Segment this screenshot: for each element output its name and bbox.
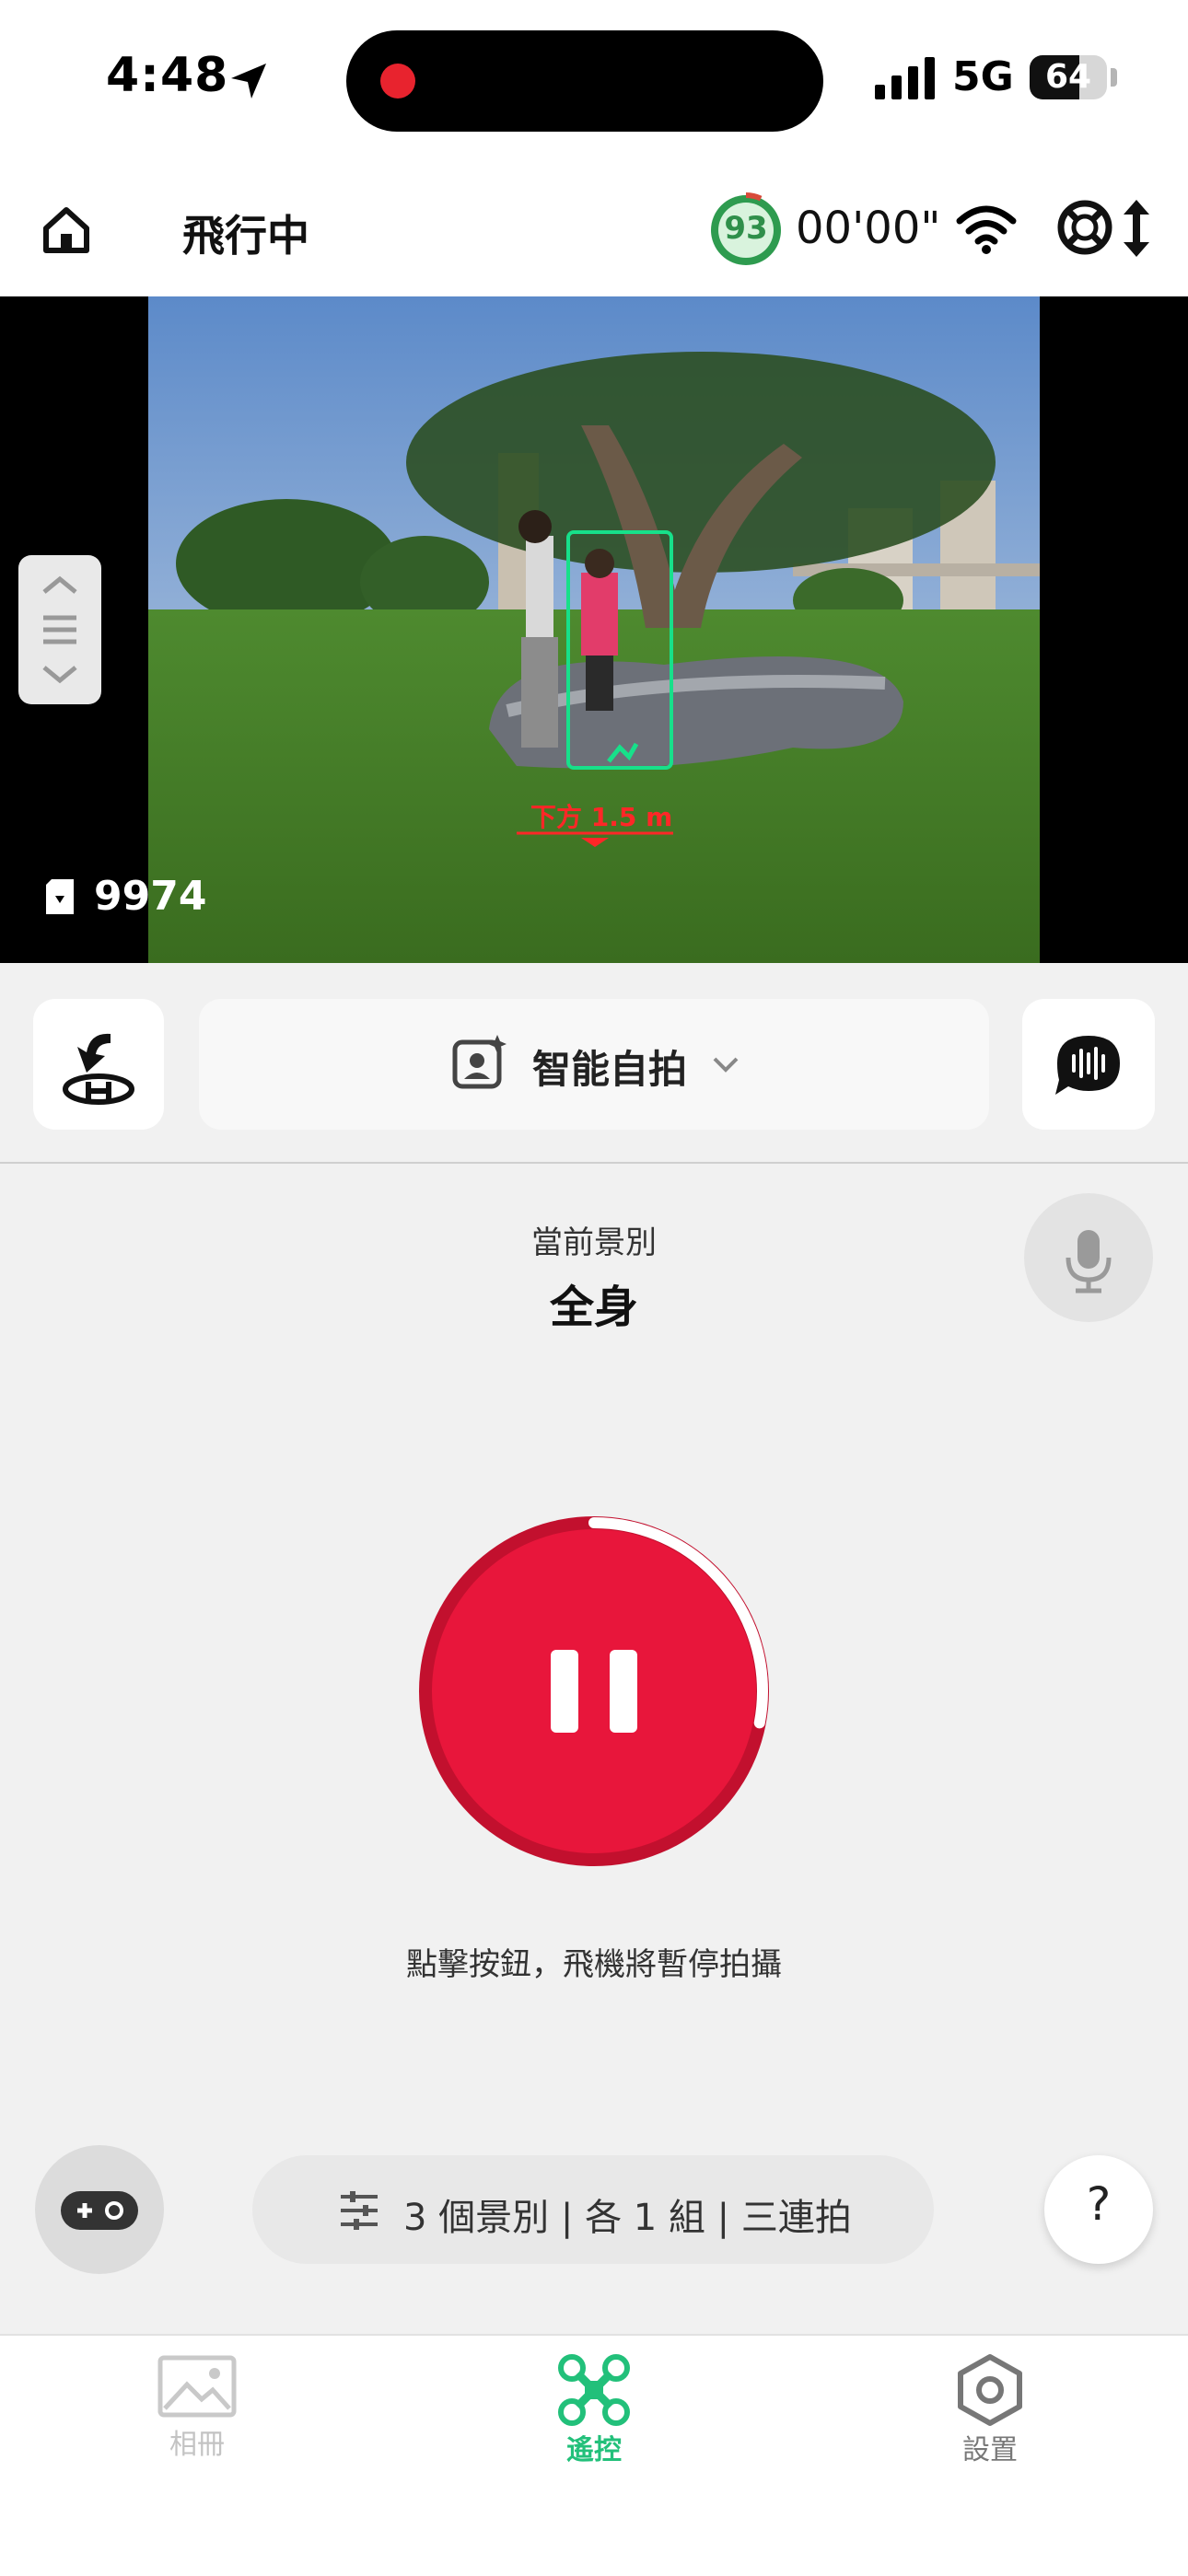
return-home-button[interactable] bbox=[33, 999, 164, 1130]
shot-value: 全身 bbox=[549, 1282, 638, 1333]
camera-feed bbox=[148, 296, 1040, 963]
subject-distance-label: 下方 1.5 m bbox=[530, 802, 673, 832]
microphone-button[interactable] bbox=[1024, 1193, 1153, 1322]
status-time: 4:48 bbox=[106, 48, 229, 103]
divider bbox=[0, 1162, 1188, 1164]
pause-hint: 點擊按鈕，飛機將暫停拍攝 bbox=[406, 1946, 782, 1983]
flight-timer: 00'00" bbox=[796, 203, 941, 254]
recording-indicator bbox=[380, 64, 415, 99]
sd-card-icon bbox=[46, 879, 74, 914]
gamepad-icon bbox=[61, 2191, 138, 2230]
voice-chat-button[interactable] bbox=[1022, 999, 1155, 1130]
altitude-arrows-icon bbox=[1124, 200, 1149, 257]
drone-icon bbox=[558, 2354, 630, 2426]
tab-remote-label: 遙控 bbox=[566, 2434, 622, 2466]
phone-battery: 64 bbox=[1030, 55, 1107, 99]
help-label: ? bbox=[1086, 2177, 1112, 2231]
obstacle-sensing-icon[interactable] bbox=[1055, 198, 1114, 257]
mode-label: 智能自拍 bbox=[532, 1047, 688, 1092]
location-arrow-icon bbox=[231, 64, 266, 99]
battery-level: 64 bbox=[1044, 58, 1092, 96]
tab-remote[interactable]: 遙控 bbox=[502, 2353, 686, 2467]
tab-settings[interactable]: 設置 bbox=[898, 2353, 1082, 2467]
remaining-photos-count: 9974 bbox=[94, 873, 207, 920]
pause-button[interactable] bbox=[414, 1512, 774, 1871]
microphone-icon bbox=[1066, 1230, 1112, 1294]
voice-chat-icon bbox=[1055, 1036, 1120, 1095]
dynamic-island bbox=[346, 30, 823, 132]
help-button[interactable]: ? bbox=[1044, 2155, 1153, 2264]
side-drawer-handle[interactable] bbox=[18, 555, 101, 704]
tab-album[interactable]: 相冊 bbox=[105, 2353, 289, 2462]
chevron-down-icon bbox=[713, 1057, 739, 1073]
wifi-icon bbox=[956, 205, 1017, 254]
drone-battery-percent: 93 bbox=[724, 210, 768, 247]
flight-status: 飛行中 bbox=[182, 211, 309, 261]
battery-nub bbox=[1111, 68, 1117, 87]
signal-icon bbox=[875, 57, 935, 99]
album-icon bbox=[157, 2355, 237, 2418]
sliders-icon bbox=[341, 2191, 378, 2230]
settings-icon bbox=[958, 2354, 1022, 2426]
tab-album-label: 相冊 bbox=[169, 2429, 225, 2461]
home-icon[interactable] bbox=[39, 203, 94, 258]
selfie-icon bbox=[452, 1035, 507, 1089]
tab-settings-label: 設置 bbox=[962, 2434, 1018, 2466]
shot-caption: 當前景別 bbox=[531, 1224, 657, 1261]
shot-options-label: 3 個景別 | 各 1 組 | 三連拍 bbox=[403, 2197, 852, 2239]
network-type: 5G bbox=[952, 53, 1014, 100]
return-home-icon bbox=[63, 1033, 134, 1105]
